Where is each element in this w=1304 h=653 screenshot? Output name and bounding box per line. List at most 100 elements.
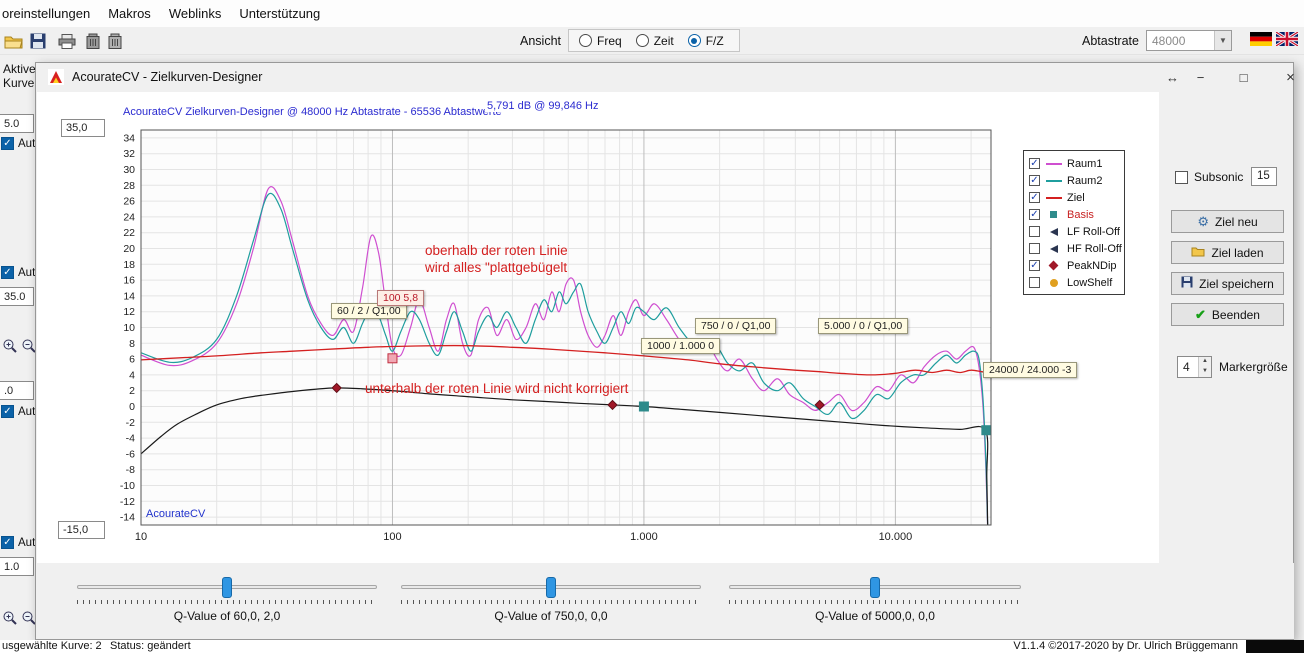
change-status: Status: geändert [110,640,191,652]
checkbox-icon[interactable]: ✓ [1029,158,1040,169]
auto-checkbox-4[interactable]: ✓Auto [1,536,35,549]
checkbox-icon[interactable] [1175,171,1188,184]
german-flag-icon[interactable] [1250,32,1272,46]
radio-fz[interactable]: F/Z [688,34,724,48]
legend-item-peakndip[interactable]: ✓PeakNDip [1029,257,1124,274]
radio-zeit[interactable]: Zeit [636,34,674,48]
checkbox-icon[interactable]: ✓ [1029,192,1040,203]
uk-flag-icon[interactable] [1276,32,1298,46]
legend-item-raum1[interactable]: ✓ Raum1 [1029,155,1124,172]
ansicht-label: Ansicht [520,34,561,48]
y-tick-label: 12 [123,306,135,318]
marker-size-spinner[interactable]: 4 ▲▼ [1177,356,1212,378]
slider-track[interactable] [729,585,1021,589]
auto-checkbox-1[interactable]: ✓ Auto [1,137,35,150]
x-tick-label: 10 [135,531,147,543]
zoom-out-icon[interactable] [21,610,35,631]
auto-label: Auto [18,138,35,150]
slider-thumb[interactable] [870,577,880,598]
selected-marker[interactable] [388,354,397,363]
slider-label: Q-Value of 750,0, 0,0 [401,609,701,623]
menu-item-weblinks[interactable]: Weblinks [160,0,231,27]
legend-label: LowShelf [1067,277,1112,289]
y-max-input[interactable]: 35,0 [61,119,105,137]
auto-checkbox-3[interactable]: ✓Auto [1,405,35,418]
samplerate-dropdown[interactable]: 48000 ▼ [1146,30,1232,51]
beenden-button[interactable]: ✔ Beenden [1171,303,1284,326]
checkbox-icon[interactable]: ✓ [1029,209,1040,220]
x-tick-label: 100 [383,531,401,543]
zielkurven-designer-dialog: AcourateCV - Zielkurven-Designer ↔ − □ ×… [35,62,1294,640]
basis-marker[interactable] [639,402,648,411]
ziel-neu-button[interactable]: ⚙ Ziel neu [1171,210,1284,233]
delete-curve-icon[interactable] [82,30,104,52]
auto-label: Auto [18,267,35,279]
slider-track[interactable] [401,585,701,589]
legend-item-lowshelf[interactable]: LowShelf [1029,274,1124,291]
legend-item-basis[interactable]: ✓Basis [1029,206,1124,223]
status-bar: usgewählte Kurve: 2 Status: geändert V1.… [0,640,1304,653]
slider-label: Q-Value of 60,0, 2,0 [77,609,377,623]
series-marker-icon [1045,279,1062,287]
checkbox-icon[interactable] [1029,277,1040,288]
radio-icon[interactable] [579,34,592,47]
zoom-out-icon[interactable] [21,338,35,359]
slider-thumb[interactable] [222,577,232,598]
y-tick-label: 20 [123,243,135,255]
legend-item-raum2[interactable]: ✓ Raum2 [1029,172,1124,189]
value-field-2[interactable]: 35.0 [0,287,34,306]
value-field-4[interactable]: 1.0 [0,557,34,576]
subsonic-value-input[interactable]: 15 [1251,167,1277,186]
basis-marker[interactable] [982,426,991,435]
y-min-input[interactable]: -15,0 [58,521,105,539]
menu-item-makros[interactable]: Makros [99,0,160,27]
open-folder-icon[interactable] [2,30,24,52]
spinner-arrows[interactable]: ▲▼ [1198,357,1211,377]
print-icon[interactable] [56,30,78,52]
legend-label: Raum1 [1067,158,1102,170]
checkbox-icon[interactable] [1029,243,1040,254]
q-slider-5000: Q-Value of 5000,0, 0,0 [729,563,1021,639]
undock-icon[interactable]: ↔ [1158,64,1187,91]
maximize-icon[interactable]: □ [1229,64,1258,91]
samplerate-value: 48000 [1147,34,1214,48]
radio-icon[interactable] [636,34,649,47]
legend-item-hf-roll-off[interactable]: HF Roll-Off [1029,240,1124,257]
trash-icon[interactable] [104,30,126,52]
zoom-in-icon[interactable] [2,610,18,631]
radio-selected-icon[interactable] [688,34,701,47]
menu-item-unterstuetzung[interactable]: Unterstützung [230,0,329,27]
series-marker-icon [1045,211,1062,218]
auto-checkbox-2[interactable]: ✓Auto [1,266,35,279]
legend-label: Raum2 [1067,175,1102,187]
radio-freq[interactable]: Freq [579,34,622,48]
save-icon[interactable] [27,30,49,52]
legend-item-lf-roll-off[interactable]: LF Roll-Off [1029,223,1124,240]
checkbox-icon[interactable]: ✓ [1029,260,1040,271]
check-icon: ✓ [1,137,14,150]
value-field-3[interactable]: .0 [0,381,34,400]
minimize-icon[interactable]: − [1186,64,1215,91]
close-icon[interactable]: × [1276,64,1304,91]
chart-region: 35,0 -15,0 AcourateCV Zielkurven-Designe… [37,92,1159,563]
slider-track[interactable] [77,585,377,589]
arrow-up-icon[interactable]: ▲ [1199,357,1211,367]
checkbox-icon[interactable] [1029,226,1040,237]
value-field-1[interactable]: 5.0 [0,114,34,133]
ziel-laden-button[interactable]: Ziel laden [1171,241,1284,264]
acouratecv-watermark: AcourateCV [146,508,206,520]
checkbox-icon[interactable]: ✓ [1029,175,1040,186]
ziel-speichern-button[interactable]: Ziel speichern [1171,272,1284,295]
marker-size-value[interactable]: 4 [1178,357,1198,377]
zoom-in-icon[interactable] [2,338,18,359]
q-slider-750: Q-Value of 750,0, 0,0 [401,563,701,639]
dialog-titlebar[interactable]: AcourateCV - Zielkurven-Designer ↔ − □ × [36,63,1293,92]
y-tick-label: 4 [129,369,135,381]
legend-item-ziel[interactable]: ✓Ziel [1029,189,1124,206]
subsonic-checkbox[interactable]: Subsonic [1175,170,1243,184]
frequency-plot[interactable]: -14-12-10-8-6-4-202468101214161820222426… [141,130,991,525]
slider-thumb[interactable] [546,577,556,598]
chevron-down-icon[interactable]: ▼ [1214,31,1231,50]
menu-item-voreinstellungen[interactable]: oreinstellungen [0,0,99,27]
arrow-down-icon[interactable]: ▼ [1199,367,1211,377]
